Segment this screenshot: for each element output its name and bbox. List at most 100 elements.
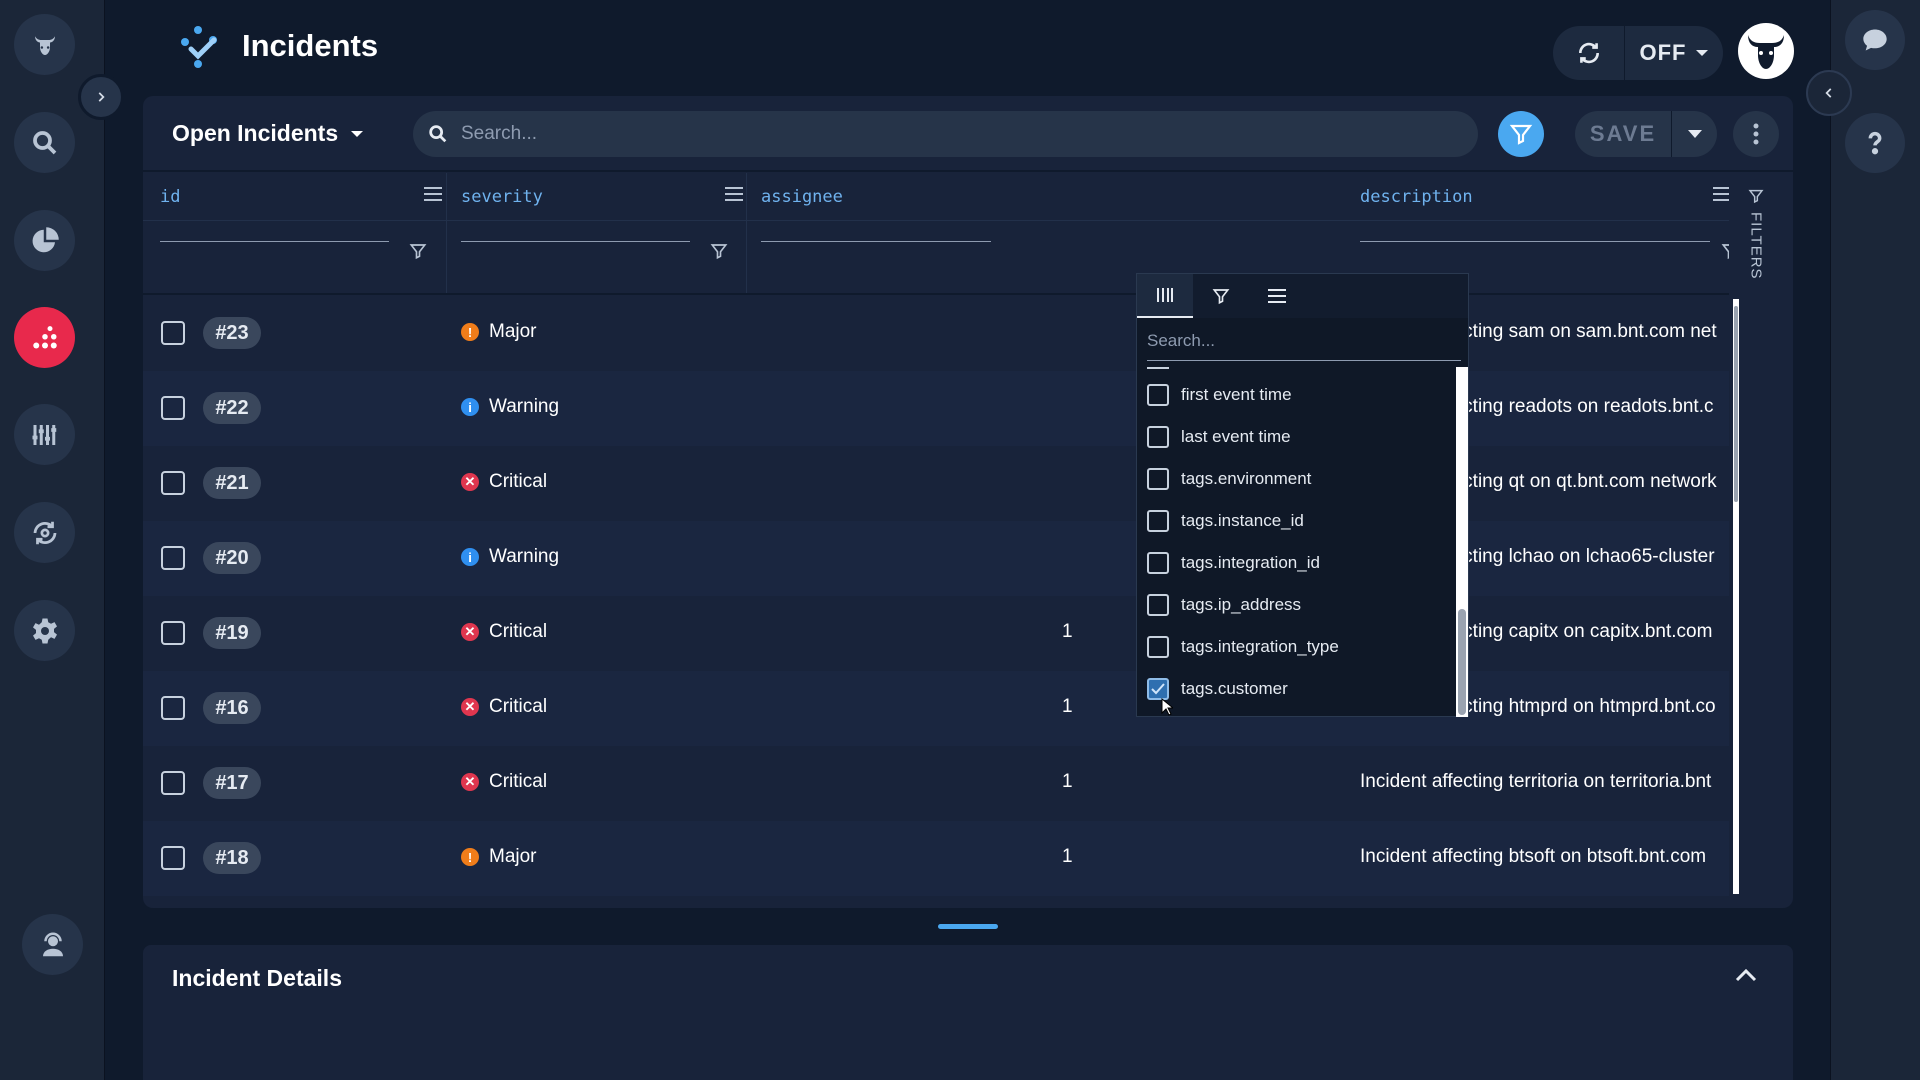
incident-id-badge[interactable]: #20 [203,542,261,574]
live-toggle-dropdown[interactable]: OFF [1625,40,1723,66]
description-filter-input[interactable] [1360,241,1710,242]
severity-label: Critical [489,771,548,792]
support-agent-icon[interactable] [22,914,83,975]
column-option[interactable]: tags.environment [1147,468,1311,490]
save-button[interactable]: SAVE [1575,111,1672,157]
incident-id-badge[interactable]: #22 [203,392,261,424]
table-row[interactable]: #17 ✕ Critical 1 Incident affecting terri… [143,746,1729,821]
expand-nav-chevron-icon[interactable] [78,74,124,120]
tab-filter[interactable] [1193,274,1249,318]
column-checkbox[interactable] [1147,426,1169,448]
critical-severity-icon: ✕ [461,698,479,716]
table-row[interactable]: #18 ! Major 1 Incident affecting btsoft o… [143,821,1729,896]
column-menu-icon[interactable] [725,186,743,202]
collapse-rail-chevron-icon[interactable] [1806,70,1852,116]
id-filter-input[interactable] [160,241,389,242]
row-checkbox[interactable] [161,771,185,795]
column-header-severity[interactable]: severity [461,173,743,220]
filter-funnel-icon[interactable] [409,242,427,260]
incident-id-badge[interactable]: #23 [203,317,261,349]
column-checkbox[interactable] [1147,552,1169,574]
settings-gear-icon[interactable] [14,600,75,661]
chevron-up-icon[interactable] [1735,968,1757,982]
column-checkbox[interactable] [1147,510,1169,532]
dashboard-pie-icon[interactable] [14,210,75,271]
severity-filter-input[interactable] [461,241,690,242]
row-checkbox[interactable] [161,696,185,720]
column-header-assignee[interactable]: assignee [761,173,991,220]
row-checkbox[interactable] [161,846,185,870]
filter-funnel-icon[interactable] [1721,242,1729,260]
column-checkbox[interactable] [1147,468,1169,490]
incident-id-badge[interactable]: #18 [203,842,261,874]
user-avatar[interactable] [1738,23,1794,79]
column-header-description[interactable]: description [1360,173,1729,220]
column-option[interactable]: tags.integration_type [1147,636,1339,658]
vertical-scroll-thumb[interactable] [1734,306,1738,502]
right-rail [1830,0,1920,1080]
logo-icon[interactable] [14,14,75,75]
incident-id-badge[interactable]: #19 [203,617,261,649]
column-option[interactable]: tags.ip_address [1147,594,1301,616]
panel-resize-handle[interactable] [938,924,998,929]
table-row[interactable]: #23 ! Major Incident affecting sam on sam… [143,296,1729,371]
incidents-icon[interactable] [14,307,75,368]
assignee-filter-input[interactable] [761,241,991,242]
column-option[interactable]: tags.integration_id [1147,552,1320,574]
column-list-scroll-thumb[interactable] [1458,609,1466,715]
mouse-cursor-icon [1161,698,1173,716]
sliders-icon[interactable] [14,404,75,465]
chat-icon[interactable] [1845,10,1905,70]
save-options-button[interactable] [1672,129,1717,139]
row-checkbox[interactable] [161,621,185,645]
checkmark-icon [1151,683,1165,695]
more-options-button[interactable] [1733,111,1779,157]
filter-row-divider [143,293,1729,295]
search-input[interactable] [461,123,1441,145]
row-checkbox[interactable] [161,546,185,570]
column-option[interactable]: tags.instance_id [1147,510,1304,532]
incidents-panel: Open Incidents SAVE id severity [143,96,1793,908]
live-refresh-group: OFF [1553,26,1723,80]
severity-label: Major [489,321,537,342]
incident-id-badge[interactable]: #21 [203,467,261,499]
view-selector[interactable]: Open Incidents [172,120,364,147]
help-icon[interactable] [1845,113,1905,173]
column-option[interactable]: tags.customer [1147,678,1288,700]
table-row[interactable]: #20 i Warning Incident affecting lchao on… [143,521,1729,596]
column-menu-tabs [1137,274,1468,318]
incident-id-badge[interactable]: #17 [203,767,261,799]
column-checkbox-checked[interactable] [1147,678,1169,700]
refresh-icon [1578,42,1599,64]
search-icon[interactable] [14,112,75,173]
column-list: first event time last event time tags.en… [1137,367,1455,717]
row-checkbox[interactable] [161,321,185,345]
tab-columns[interactable] [1137,274,1193,318]
filter-button[interactable] [1498,111,1544,157]
tab-general[interactable] [1249,274,1305,318]
column-option[interactable]: last event time [1147,426,1291,448]
row-checkbox[interactable] [161,396,185,420]
column-checkbox[interactable] [1147,594,1169,616]
table-row[interactable]: #16 ✕ Critical 1 Incident affecting htmpr… [143,671,1729,746]
column-option[interactable]: first event time [1147,384,1292,406]
column-checkbox[interactable] [1147,384,1169,406]
filters-side-tab[interactable]: FILTERS [1746,188,1766,280]
table-row[interactable]: #21 ✕ Critical Incident affecting qt on q… [143,446,1729,521]
count-cell: 1 [1062,696,1073,717]
filter-funnel-icon[interactable] [710,242,728,260]
sync-icon[interactable] [14,502,75,563]
table-row[interactable]: #19 ✕ Critical 1 Incident affecting capit… [143,596,1729,671]
column-search-input[interactable] [1147,331,1447,351]
table-row[interactable]: #22 i Warning Incident affecting readots … [143,371,1729,446]
column-checkbox[interactable] [1147,636,1169,658]
column-menu-icon[interactable] [424,186,442,202]
column-menu-icon[interactable] [1713,186,1729,202]
view-name: Open Incidents [172,120,339,146]
incident-id-badge[interactable]: #16 [203,692,261,724]
refresh-button[interactable] [1553,26,1625,80]
column-option-label: last event time [1181,427,1291,446]
column-header-id[interactable]: id [160,173,442,220]
row-checkbox[interactable] [161,471,185,495]
count-cell: 1 [1062,846,1073,867]
